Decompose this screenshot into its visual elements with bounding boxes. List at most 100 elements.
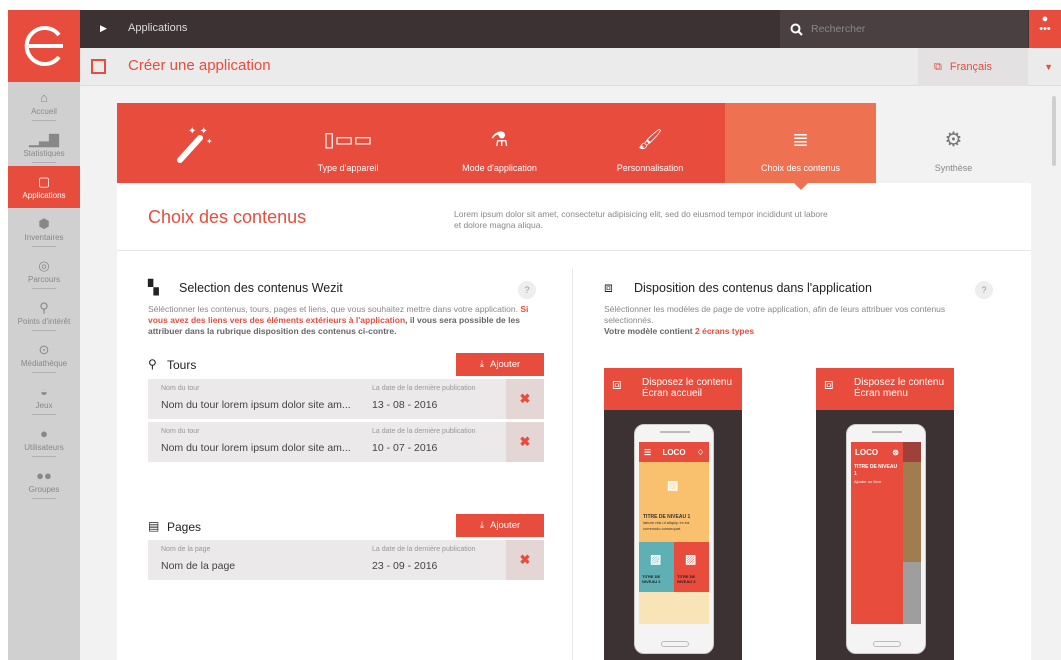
pages-label: Pages bbox=[167, 520, 202, 534]
sidebar-item-statistiques[interactable]: ▁▃▇ Statistiques bbox=[8, 124, 80, 166]
brush-icon: 🖌 bbox=[637, 129, 663, 151]
image-icon: ▨ bbox=[667, 478, 679, 492]
devices-icon: ▯▭▭ bbox=[323, 129, 373, 151]
step-label: Mode d'application bbox=[462, 163, 537, 173]
tablet-icon bbox=[91, 59, 106, 74]
sidebar-item-mediatheque[interactable]: ⊙ Médiathèque bbox=[8, 334, 80, 376]
flask-icon: ⚗ bbox=[490, 129, 509, 151]
content-header: Choix des contenus Lorem ipsum dolor sit… bbox=[117, 183, 1031, 251]
sidebar: ⌂ Accueil ▁▃▇ Statistiques ▢ Applications ⬢… bbox=[8, 82, 87, 660]
step-personnalisation[interactable]: 🖌 Personnalisation bbox=[575, 103, 725, 183]
sidebar-item-label: Groupes bbox=[28, 484, 60, 494]
disposition-title: Disposition des contenus dans l'applicat… bbox=[634, 281, 872, 295]
selection-title: Selection des contenus Wezit bbox=[179, 281, 343, 295]
table-row[interactable]: Nom du tour Nom du tour lorem ipsum dolor… bbox=[148, 422, 544, 462]
layout-card-menu[interactable]: ⧈ Disposez le contenu Écran menu TITRE DE … bbox=[816, 368, 954, 660]
sub-header: Créer une application ⧉ Français ▼ bbox=[80, 48, 1061, 86]
column-divider bbox=[572, 269, 573, 660]
delete-button[interactable]: ✖ bbox=[506, 379, 544, 419]
scrollbar[interactable] bbox=[1052, 96, 1056, 166]
search-box[interactable]: Rechercher bbox=[780, 10, 1028, 48]
gamepad-icon: ◒ bbox=[40, 383, 48, 399]
wizard-card: ✦ ✦ ✦ ▯▭▭ Type d'appareil ⚗ Mode d'applicat… bbox=[117, 103, 1031, 660]
download-icon: ⤓ bbox=[479, 359, 485, 370]
sidebar-item-jeux[interactable]: ◒ Jeux bbox=[8, 376, 80, 418]
layout-icon: ⧈ bbox=[612, 376, 622, 393]
help-button[interactable]: ? bbox=[975, 281, 993, 299]
step-label: Synthèse bbox=[934, 163, 973, 173]
sidebar-item-inventaires[interactable]: ⬢ Inventaires bbox=[8, 208, 80, 250]
home-icon: ⌂ bbox=[40, 89, 48, 105]
sidebar-item-label: Parcours bbox=[27, 274, 60, 284]
wizard-logo: ✦ ✦ ✦ bbox=[117, 103, 272, 183]
sidebar-item-applications[interactable]: ▢ Applications bbox=[8, 166, 87, 208]
expand-icon[interactable]: ▶ bbox=[100, 23, 107, 34]
phone-preview: TITRE DE NIVEAU 1 Ajouter un Item LOCO ⊗ bbox=[846, 424, 926, 654]
top-bar: ▶ Applications Rechercher ● ••• bbox=[80, 10, 1061, 48]
layout-icon: ⧈ bbox=[604, 279, 613, 295]
selection-description: Séléctionner les contenus, tours, pages … bbox=[148, 304, 529, 336]
image-icon: ▨ bbox=[650, 552, 662, 566]
delete-button[interactable]: ✖ bbox=[506, 540, 544, 580]
step-label: Choix des contenus bbox=[760, 163, 841, 173]
sidebar-item-accueil[interactable]: ⌂ Accueil bbox=[8, 82, 80, 124]
section-title: Choix des contenus bbox=[148, 207, 307, 227]
sidebar-item-points[interactable]: ⚲ Points d'intérêt bbox=[8, 292, 80, 334]
user-menu-button[interactable]: ● ••• bbox=[1029, 10, 1061, 48]
layout-icon: ⧈ bbox=[824, 376, 834, 393]
language-label: Français bbox=[949, 61, 993, 73]
stats-icon: ▁▃▇ bbox=[29, 131, 59, 147]
bell-icon: ♢ bbox=[696, 447, 704, 457]
sidebar-item-label: Points d'intérêt bbox=[17, 316, 71, 326]
step-mode-application[interactable]: ⚗ Mode d'application bbox=[424, 103, 575, 183]
sidebar-item-parcours[interactable]: ◎ Parcours bbox=[8, 250, 80, 292]
delete-button[interactable]: ✖ bbox=[506, 422, 544, 462]
group-icon: ●● bbox=[36, 467, 52, 483]
app-window: ⌂ Accueil ▁▃▇ Statistiques ▢ Applications ⬢… bbox=[0, 0, 1061, 660]
step-synthese[interactable]: ⚙ Synthèse bbox=[876, 103, 1031, 183]
step-label: Type d'appareil bbox=[317, 163, 379, 173]
step-type-appareil[interactable]: ▯▭▭ Type d'appareil bbox=[272, 103, 424, 183]
logo-icon bbox=[24, 26, 63, 66]
gears-icon: ⚙ bbox=[944, 129, 963, 151]
table-row[interactable]: Nom du tour Nom du tour lorem ipsum dolor… bbox=[148, 379, 544, 419]
sidebar-item-label: Accueil bbox=[31, 106, 57, 116]
layout-card-accueil[interactable]: ⧈ Disposez le contenu Écran accueil ☰ LOCO ♢… bbox=[604, 368, 742, 660]
section-description: Lorem ipsum dolor sit amet, consectetur … bbox=[454, 209, 828, 230]
disposition-description: Séléctionner les modèles de page de votr… bbox=[604, 304, 946, 336]
pin-icon: ⚲ bbox=[148, 357, 157, 371]
search-input[interactable]: Rechercher bbox=[811, 23, 865, 35]
step-label: Personnalisation bbox=[616, 163, 684, 173]
sidebar-item-utilisateurs[interactable]: ● Utilisateurs bbox=[8, 418, 80, 460]
sidebar-item-label: Jeux bbox=[35, 400, 53, 410]
app-logo[interactable] bbox=[8, 10, 80, 82]
menu-icon: ☰ bbox=[644, 447, 652, 457]
svg-text:✦ ✦: ✦ ✦ bbox=[188, 126, 208, 137]
user-icon: ● ••• bbox=[1039, 13, 1051, 35]
main-area: ✦ ✦ ✦ ▯▭▭ Type d'appareil ⚗ Mode d'applicat… bbox=[80, 86, 1061, 660]
tours-label: Tours bbox=[167, 358, 197, 372]
svg-text:✦: ✦ bbox=[206, 137, 213, 146]
file-icon: ▚ bbox=[148, 279, 159, 295]
wizard-steps: ✦ ✦ ✦ ▯▭▭ Type d'appareil ⚗ Mode d'applicat… bbox=[117, 103, 1031, 190]
help-button[interactable]: ? bbox=[518, 281, 536, 299]
sidebar-item-label: Médiathèque bbox=[20, 358, 68, 368]
download-icon: ⤓ bbox=[479, 520, 485, 531]
sidebar-item-groupes[interactable]: ●● Groupes bbox=[8, 460, 80, 502]
sidebar-item-label: Statistiques bbox=[23, 148, 65, 158]
sidebar-item-label: Applications bbox=[22, 190, 66, 200]
page-title: Créer une application bbox=[128, 57, 271, 74]
translate-icon: ⧉ bbox=[934, 60, 942, 73]
table-row[interactable]: Nom de la page Nom de la page La date de … bbox=[148, 540, 544, 580]
language-selector[interactable]: ⧉ Français bbox=[918, 48, 1028, 86]
stack-icon: ≣ bbox=[792, 129, 809, 151]
play-icon: ⊙ bbox=[38, 341, 50, 357]
add-page-button[interactable]: ⤓ Ajouter bbox=[456, 514, 544, 537]
image-icon: ▨ bbox=[685, 552, 697, 566]
step-choix-contenus[interactable]: ≣ Choix des contenus bbox=[725, 103, 876, 190]
chevron-down-icon[interactable]: ▼ bbox=[1044, 62, 1053, 72]
breadcrumb[interactable]: Applications bbox=[128, 22, 187, 34]
add-tour-button[interactable]: ⤓ Ajouter bbox=[456, 353, 544, 376]
compass-icon: ◎ bbox=[38, 257, 50, 273]
sidebar-item-label: Utilisateurs bbox=[24, 442, 64, 452]
